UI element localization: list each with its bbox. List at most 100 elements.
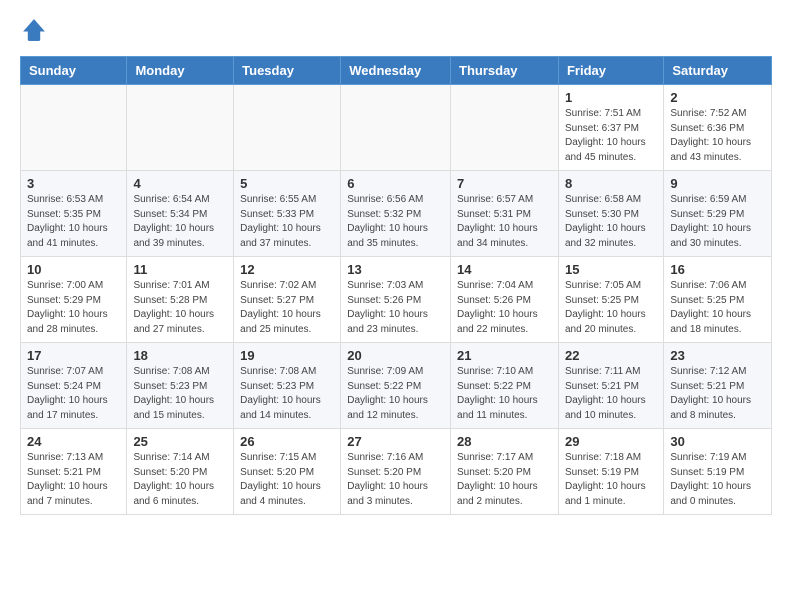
day-number: 13 bbox=[347, 262, 444, 277]
calendar-cell: 19 Sunrise: 7:08 AM Sunset: 5:23 PM Dayli… bbox=[234, 343, 341, 429]
calendar-cell: 20Sunrise: 7:09 AM Sunset: 5:22 PM Dayli… bbox=[341, 343, 451, 429]
calendar-cell bbox=[341, 85, 451, 171]
calendar-cell bbox=[451, 85, 559, 171]
col-header-saturday: Saturday bbox=[664, 57, 772, 85]
day-info: Sunrise: 7:52 AM Sunset: 6:36 PM Dayligh… bbox=[670, 107, 765, 165]
day-number: 11 bbox=[133, 262, 227, 277]
calendar-week-row: 10 Sunrise: 7:00 AM Sunset: 5:29 PM Dayli… bbox=[21, 257, 772, 343]
day-info: Sunrise: 6:53 AM Sunset: 5:35 PM Dayligh… bbox=[27, 193, 120, 251]
day-number: 30 bbox=[670, 434, 765, 449]
header bbox=[20, 16, 772, 44]
day-info: Sunrise: 7:51 AM Sunset: 6:37 PM Dayligh… bbox=[565, 107, 657, 165]
day-info: Sunrise: 7:10 AM Sunset: 5:22 PM Dayligh… bbox=[457, 365, 552, 423]
calendar-cell: 3 Sunrise: 6:53 AM Sunset: 5:35 PM Daylig… bbox=[21, 171, 127, 257]
calendar-week-row: 3 Sunrise: 6:53 AM Sunset: 5:35 PM Daylig… bbox=[21, 171, 772, 257]
calendar-header-row: SundayMondayTuesdayWednesdayThursdayFrid… bbox=[21, 57, 772, 85]
calendar-cell: 25 Sunrise: 7:14 AM Sunset: 5:20 PM Dayli… bbox=[127, 429, 234, 515]
day-info: Sunrise: 6:56 AM Sunset: 5:32 PM Dayligh… bbox=[347, 193, 444, 251]
calendar-cell: 21 Sunrise: 7:10 AM Sunset: 5:22 PM Dayli… bbox=[451, 343, 559, 429]
calendar-cell bbox=[234, 85, 341, 171]
day-info: Sunrise: 7:08 AM Sunset: 5:23 PM Dayligh… bbox=[133, 365, 227, 423]
day-number: 3 bbox=[27, 176, 120, 191]
calendar-cell: 4Sunrise: 6:54 AM Sunset: 5:34 PM Daylig… bbox=[127, 171, 234, 257]
day-info: Sunrise: 6:58 AM Sunset: 5:30 PM Dayligh… bbox=[565, 193, 657, 251]
day-info: Sunrise: 6:55 AM Sunset: 5:33 PM Dayligh… bbox=[240, 193, 334, 251]
calendar-cell: 2 Sunrise: 7:52 AM Sunset: 6:36 PM Daylig… bbox=[664, 85, 772, 171]
col-header-wednesday: Wednesday bbox=[341, 57, 451, 85]
day-number: 26 bbox=[240, 434, 334, 449]
calendar-cell: 11 Sunrise: 7:01 AM Sunset: 5:28 PM Dayli… bbox=[127, 257, 234, 343]
day-info: Sunrise: 7:07 AM Sunset: 5:24 PM Dayligh… bbox=[27, 365, 120, 423]
day-number: 24 bbox=[27, 434, 120, 449]
day-number: 29 bbox=[565, 434, 657, 449]
calendar-cell: 16Sunrise: 7:06 AM Sunset: 5:25 PM Dayli… bbox=[664, 257, 772, 343]
calendar-cell: 10 Sunrise: 7:00 AM Sunset: 5:29 PM Dayli… bbox=[21, 257, 127, 343]
day-number: 10 bbox=[27, 262, 120, 277]
day-info: Sunrise: 7:19 AM Sunset: 5:19 PM Dayligh… bbox=[670, 451, 765, 509]
day-info: Sunrise: 7:14 AM Sunset: 5:20 PM Dayligh… bbox=[133, 451, 227, 509]
calendar-cell: 18 Sunrise: 7:08 AM Sunset: 5:23 PM Dayli… bbox=[127, 343, 234, 429]
calendar-cell: 29 Sunrise: 7:18 AM Sunset: 5:19 PM Dayli… bbox=[558, 429, 663, 515]
day-info: Sunrise: 7:16 AM Sunset: 5:20 PM Dayligh… bbox=[347, 451, 444, 509]
day-number: 8 bbox=[565, 176, 657, 191]
day-info: Sunrise: 7:01 AM Sunset: 5:28 PM Dayligh… bbox=[133, 279, 227, 337]
day-info: Sunrise: 6:57 AM Sunset: 5:31 PM Dayligh… bbox=[457, 193, 552, 251]
calendar-cell: 24 Sunrise: 7:13 AM Sunset: 5:21 PM Dayli… bbox=[21, 429, 127, 515]
col-header-friday: Friday bbox=[558, 57, 663, 85]
calendar-cell: 6Sunrise: 6:56 AM Sunset: 5:32 PM Daylig… bbox=[341, 171, 451, 257]
day-info: Sunrise: 7:11 AM Sunset: 5:21 PM Dayligh… bbox=[565, 365, 657, 423]
col-header-sunday: Sunday bbox=[21, 57, 127, 85]
day-number: 27 bbox=[347, 434, 444, 449]
calendar-cell bbox=[127, 85, 234, 171]
day-info: Sunrise: 7:15 AM Sunset: 5:20 PM Dayligh… bbox=[240, 451, 334, 509]
day-info: Sunrise: 7:04 AM Sunset: 5:26 PM Dayligh… bbox=[457, 279, 552, 337]
day-number: 14 bbox=[457, 262, 552, 277]
logo-icon bbox=[20, 16, 48, 44]
calendar-cell: 17 Sunrise: 7:07 AM Sunset: 5:24 PM Dayli… bbox=[21, 343, 127, 429]
calendar-week-row: 17 Sunrise: 7:07 AM Sunset: 5:24 PM Dayli… bbox=[21, 343, 772, 429]
page: SundayMondayTuesdayWednesdayThursdayFrid… bbox=[0, 0, 792, 535]
day-number: 16 bbox=[670, 262, 765, 277]
calendar-cell: 7 Sunrise: 6:57 AM Sunset: 5:31 PM Daylig… bbox=[451, 171, 559, 257]
calendar-cell: 12Sunrise: 7:02 AM Sunset: 5:27 PM Dayli… bbox=[234, 257, 341, 343]
day-info: Sunrise: 7:18 AM Sunset: 5:19 PM Dayligh… bbox=[565, 451, 657, 509]
calendar-table: SundayMondayTuesdayWednesdayThursdayFrid… bbox=[20, 56, 772, 515]
day-number: 21 bbox=[457, 348, 552, 363]
col-header-thursday: Thursday bbox=[451, 57, 559, 85]
day-number: 1 bbox=[565, 90, 657, 105]
calendar-cell: 9 Sunrise: 6:59 AM Sunset: 5:29 PM Daylig… bbox=[664, 171, 772, 257]
calendar-cell: 13 Sunrise: 7:03 AM Sunset: 5:26 PM Dayli… bbox=[341, 257, 451, 343]
day-number: 17 bbox=[27, 348, 120, 363]
calendar-cell: 30 Sunrise: 7:19 AM Sunset: 5:19 PM Dayli… bbox=[664, 429, 772, 515]
day-number: 18 bbox=[133, 348, 227, 363]
day-number: 15 bbox=[565, 262, 657, 277]
calendar-cell: 14 Sunrise: 7:04 AM Sunset: 5:26 PM Dayli… bbox=[451, 257, 559, 343]
day-number: 7 bbox=[457, 176, 552, 191]
day-info: Sunrise: 7:02 AM Sunset: 5:27 PM Dayligh… bbox=[240, 279, 334, 337]
day-number: 2 bbox=[670, 90, 765, 105]
day-number: 23 bbox=[670, 348, 765, 363]
day-info: Sunrise: 7:12 AM Sunset: 5:21 PM Dayligh… bbox=[670, 365, 765, 423]
calendar-cell: 28Sunrise: 7:17 AM Sunset: 5:20 PM Dayli… bbox=[451, 429, 559, 515]
calendar-cell: 27 Sunrise: 7:16 AM Sunset: 5:20 PM Dayli… bbox=[341, 429, 451, 515]
day-info: Sunrise: 7:00 AM Sunset: 5:29 PM Dayligh… bbox=[27, 279, 120, 337]
calendar-week-row: 24 Sunrise: 7:13 AM Sunset: 5:21 PM Dayli… bbox=[21, 429, 772, 515]
calendar-cell: 26 Sunrise: 7:15 AM Sunset: 5:20 PM Dayli… bbox=[234, 429, 341, 515]
day-number: 22 bbox=[565, 348, 657, 363]
day-number: 20 bbox=[347, 348, 444, 363]
day-info: Sunrise: 7:17 AM Sunset: 5:20 PM Dayligh… bbox=[457, 451, 552, 509]
day-number: 25 bbox=[133, 434, 227, 449]
calendar-cell: 23 Sunrise: 7:12 AM Sunset: 5:21 PM Dayli… bbox=[664, 343, 772, 429]
day-info: Sunrise: 6:59 AM Sunset: 5:29 PM Dayligh… bbox=[670, 193, 765, 251]
day-info: Sunrise: 7:08 AM Sunset: 5:23 PM Dayligh… bbox=[240, 365, 334, 423]
day-number: 19 bbox=[240, 348, 334, 363]
calendar-cell: 15Sunrise: 7:05 AM Sunset: 5:25 PM Dayli… bbox=[558, 257, 663, 343]
calendar-cell bbox=[21, 85, 127, 171]
day-number: 4 bbox=[133, 176, 227, 191]
day-info: Sunrise: 7:13 AM Sunset: 5:21 PM Dayligh… bbox=[27, 451, 120, 509]
calendar-cell: 8 Sunrise: 6:58 AM Sunset: 5:30 PM Daylig… bbox=[558, 171, 663, 257]
col-header-monday: Monday bbox=[127, 57, 234, 85]
day-info: Sunrise: 7:03 AM Sunset: 5:26 PM Dayligh… bbox=[347, 279, 444, 337]
calendar-cell: 1 Sunrise: 7:51 AM Sunset: 6:37 PM Daylig… bbox=[558, 85, 663, 171]
day-number: 9 bbox=[670, 176, 765, 191]
